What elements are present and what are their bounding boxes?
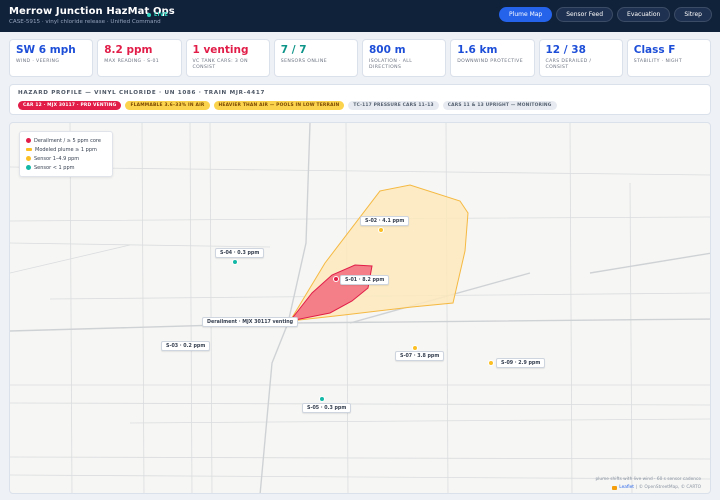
sensor-s09-marker[interactable] [488, 360, 494, 366]
hazard-profile: HAZARD PROFILE — VINYL CHLORIDE · UN 108… [9, 84, 711, 115]
sensor-s02-marker[interactable] [378, 227, 384, 233]
hazard-tag-venting: CAR 12 · MJX 30117 · PRD VENTING [18, 101, 122, 110]
legend-sensor-mid-swatch [26, 156, 31, 161]
hazard-tags: CAR 12 · MJX 30117 · PRD VENTING FLAMMAB… [18, 101, 557, 110]
leaflet-icon [612, 485, 618, 490]
legend-item-label: Derailment / ≥ 5 ppm core [34, 137, 101, 144]
map-attribution: Leaflet | © OpenStreetMap, © CARTO [612, 485, 701, 490]
stat-value: Class F [633, 44, 676, 56]
app-subtitle: CASE-5915 · vinyl chloride release · Uni… [9, 19, 161, 25]
plume-map[interactable]: Derailment / ≥ 5 ppm core Modeled plume … [9, 122, 711, 494]
derailment-label: Derailment · MJX 30117 venting [202, 317, 299, 327]
sensor-s04-label: S-04 · 0.3 ppm [215, 248, 265, 258]
stat-label: CARS DERAILED / CONSIST [545, 59, 592, 71]
stat-cards: SW 6 mph WIND · VEERING 8.2 ppm MAX READ… [9, 39, 711, 77]
stat-card-downwind: 1.6 km DOWNWIND PROTECTIVE [450, 39, 535, 77]
sensor-s01-label: S-01 · 8.2 ppm [340, 275, 390, 285]
stat-value: 12 / 38 [545, 44, 586, 56]
sensor-s05-label: S-05 · 0.3 ppm [302, 403, 352, 413]
nav-evacuation-button[interactable]: Evacuation [617, 7, 671, 22]
legend-plume-swatch [26, 148, 32, 151]
hazard-tag-pressure-cars: TC-117 PRESSURE CARS 11–13 [348, 101, 439, 110]
stat-card-stability: Class F STABILITY · NIGHT [626, 39, 711, 77]
sensor-s01-marker[interactable] [333, 276, 339, 282]
stat-card-venting: 1 venting VC TANK CARS: 3 ON CONSIST [185, 39, 270, 77]
stat-label: DOWNWIND PROTECTIVE [457, 59, 524, 65]
sensor-s02-label: S-02 · 4.1 ppm [360, 216, 410, 226]
hazard-title: HAZARD PROFILE — VINYL CHLORIDE · UN 108… [18, 90, 266, 96]
map-cadence-note: plume shifts with live wind · 60 s senso… [595, 477, 701, 482]
stat-value: 7 / 7 [280, 44, 307, 56]
map-legend: Derailment / ≥ 5 ppm core Modeled plume … [19, 131, 113, 177]
stat-label: MAX READING · S-01 [104, 59, 160, 65]
stat-card-sensors: 7 / 7 SENSORS ONLINE [273, 39, 358, 77]
app-header: Merrow Junction HazMat Ops CASE-5915 · v… [0, 0, 720, 32]
legend-derailment-swatch [26, 138, 31, 143]
top-nav: Plume Map Sensor Feed Evacuation Sitrep [499, 7, 712, 22]
sensor-s03-label: S-03 · 0.2 ppm [161, 341, 211, 351]
sensor-s04-marker[interactable] [232, 259, 238, 265]
live-indicator: LIVE [147, 12, 168, 18]
attribution-text: | © OpenStreetMap, © CARTO [635, 485, 701, 490]
legend-item-label: Sensor < 1 ppm [34, 164, 75, 171]
stat-value: 1.6 km [457, 44, 498, 56]
stat-value: 800 m [369, 44, 406, 56]
leaflet-link[interactable]: Leaflet [619, 485, 634, 490]
stat-label: VC TANK CARS: 3 ON CONSIST [192, 59, 248, 71]
live-dot-icon [147, 13, 151, 17]
legend-item: Derailment / ≥ 5 ppm core [26, 136, 106, 145]
stat-label: WIND · VEERING [16, 59, 60, 65]
nav-plume-map-button[interactable]: Plume Map [499, 7, 553, 22]
hazard-tag-heavier-than-air: HEAVIER THAN AIR — POOLS IN LOW TERRAIN [213, 101, 345, 110]
sensor-s05-marker[interactable] [319, 396, 325, 402]
stat-label: ISOLATION · ALL DIRECTIONS [369, 59, 413, 71]
stat-value: SW 6 mph [16, 44, 76, 56]
legend-item: Sensor 1–4.9 ppm [26, 154, 106, 163]
sensor-s09-label: S-09 · 2.9 ppm [496, 358, 546, 368]
legend-item-label: Modeled plume ≥ 1 ppm [35, 146, 97, 153]
sensor-s07-label: S-07 · 3.8 ppm [395, 351, 445, 361]
hazard-tag-upright-cars: CARS 11 & 13 UPRIGHT — MONITORING [442, 101, 557, 110]
nav-sitrep-button[interactable]: Sitrep [674, 7, 712, 22]
stat-card-cars-derailed: 12 / 38 CARS DERAILED / CONSIST [538, 39, 623, 77]
stat-card-max-reading: 8.2 ppm MAX READING · S-01 [97, 39, 182, 77]
stat-label: SENSORS ONLINE [280, 59, 328, 65]
stat-label: STABILITY · NIGHT [633, 59, 683, 65]
stat-value: 8.2 ppm [104, 44, 153, 56]
hazard-tag-flammable: FLAMMABLE 3.6–33% IN AIR [125, 101, 210, 110]
map-canvas [10, 123, 710, 493]
live-label: LIVE [154, 12, 169, 18]
legend-item: Modeled plume ≥ 1 ppm [26, 145, 106, 154]
stat-value: 1 venting [192, 44, 249, 56]
stat-card-wind: SW 6 mph WIND · VEERING [9, 39, 94, 77]
legend-sensor-low-swatch [26, 165, 31, 170]
nav-sensor-feed-button[interactable]: Sensor Feed [556, 7, 614, 22]
legend-item-label: Sensor 1–4.9 ppm [34, 155, 80, 162]
legend-item: Sensor < 1 ppm [26, 163, 106, 172]
stat-card-isolation: 800 m ISOLATION · ALL DIRECTIONS [362, 39, 447, 77]
